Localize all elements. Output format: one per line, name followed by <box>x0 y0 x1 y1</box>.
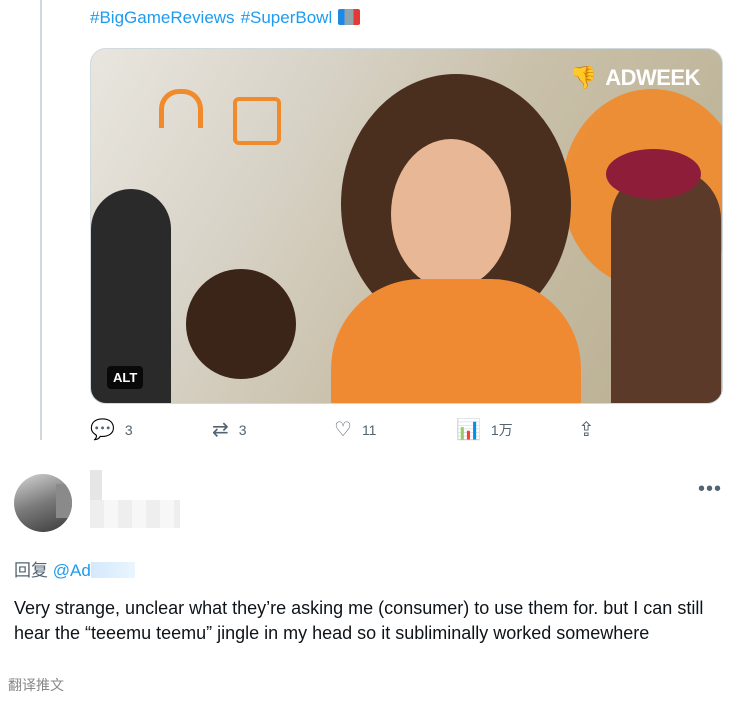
redaction-block <box>90 470 102 500</box>
retweet-icon: ⇄ <box>212 419 229 441</box>
share-icon: ⇪ <box>578 419 595 441</box>
tweet-hashtags: #BigGameReviews #SuperBowl <box>90 8 361 28</box>
tweet-media-image[interactable]: 👎 ADWEEK ALT <box>90 48 723 404</box>
heart-icon: ♡ <box>334 419 352 441</box>
avatar[interactable] <box>14 474 72 532</box>
adweek-logo-text: ADWEEK <box>605 65 700 90</box>
super-bowl-emoji-icon <box>338 9 361 25</box>
thumbs-down-icon: 👎 <box>570 65 598 90</box>
media-figure-woman-sweater <box>331 279 581 403</box>
redaction-block <box>90 500 180 528</box>
views-icon: 📊 <box>456 419 481 441</box>
media-figure-woman-face <box>391 139 511 289</box>
user-name-redacted[interactable] <box>90 470 180 528</box>
alt-text-badge[interactable]: ALT <box>107 366 144 389</box>
reply-body-text: Very strange, unclear what they’re askin… <box>14 598 704 643</box>
thread-connector-line <box>40 0 42 440</box>
translate-label: 翻译推文 <box>8 677 64 693</box>
shopping-bag-icon <box>233 97 281 145</box>
more-options-button[interactable]: ••• <box>698 478 722 501</box>
views-count: 1万 <box>490 422 513 438</box>
tweet-action-bar: 💬 3 ⇄ 3 ♡ 11 📊 1万 ⇪ <box>90 420 630 440</box>
like-count: 11 <box>361 422 377 438</box>
views-button[interactable]: 📊 1万 <box>456 420 578 440</box>
reply-icon: 💬 <box>90 419 115 441</box>
retweet-button[interactable]: ⇄ 3 <box>212 420 334 440</box>
reply-to-line: 回复 @Ad <box>14 556 135 581</box>
reply-prefix: 回复 <box>14 561 48 580</box>
translate-tweet-link[interactable]: 翻译推文 <box>8 675 64 695</box>
media-figure-girl <box>186 269 296 379</box>
avatar-blur-overlay <box>56 484 72 518</box>
reply-count: 3 <box>124 422 133 438</box>
reply-handle-link[interactable]: @Ad <box>53 561 135 580</box>
redaction-block <box>90 562 135 578</box>
hashtag-link[interactable]: #SuperBowl <box>241 8 333 27</box>
headphones-icon <box>159 89 203 128</box>
share-button[interactable]: ⇪ <box>578 420 595 440</box>
reply-handle-text: @Ad <box>52 561 91 580</box>
like-button[interactable]: ♡ 11 <box>334 420 456 440</box>
retweet-count: 3 <box>238 422 247 438</box>
media-beret <box>606 149 701 199</box>
media-figure-woman-right <box>611 169 721 403</box>
hashtag-link[interactable]: #BigGameReviews <box>90 8 235 27</box>
reply-button[interactable]: 💬 3 <box>90 420 212 440</box>
adweek-watermark: 👎 ADWEEK <box>570 65 700 91</box>
